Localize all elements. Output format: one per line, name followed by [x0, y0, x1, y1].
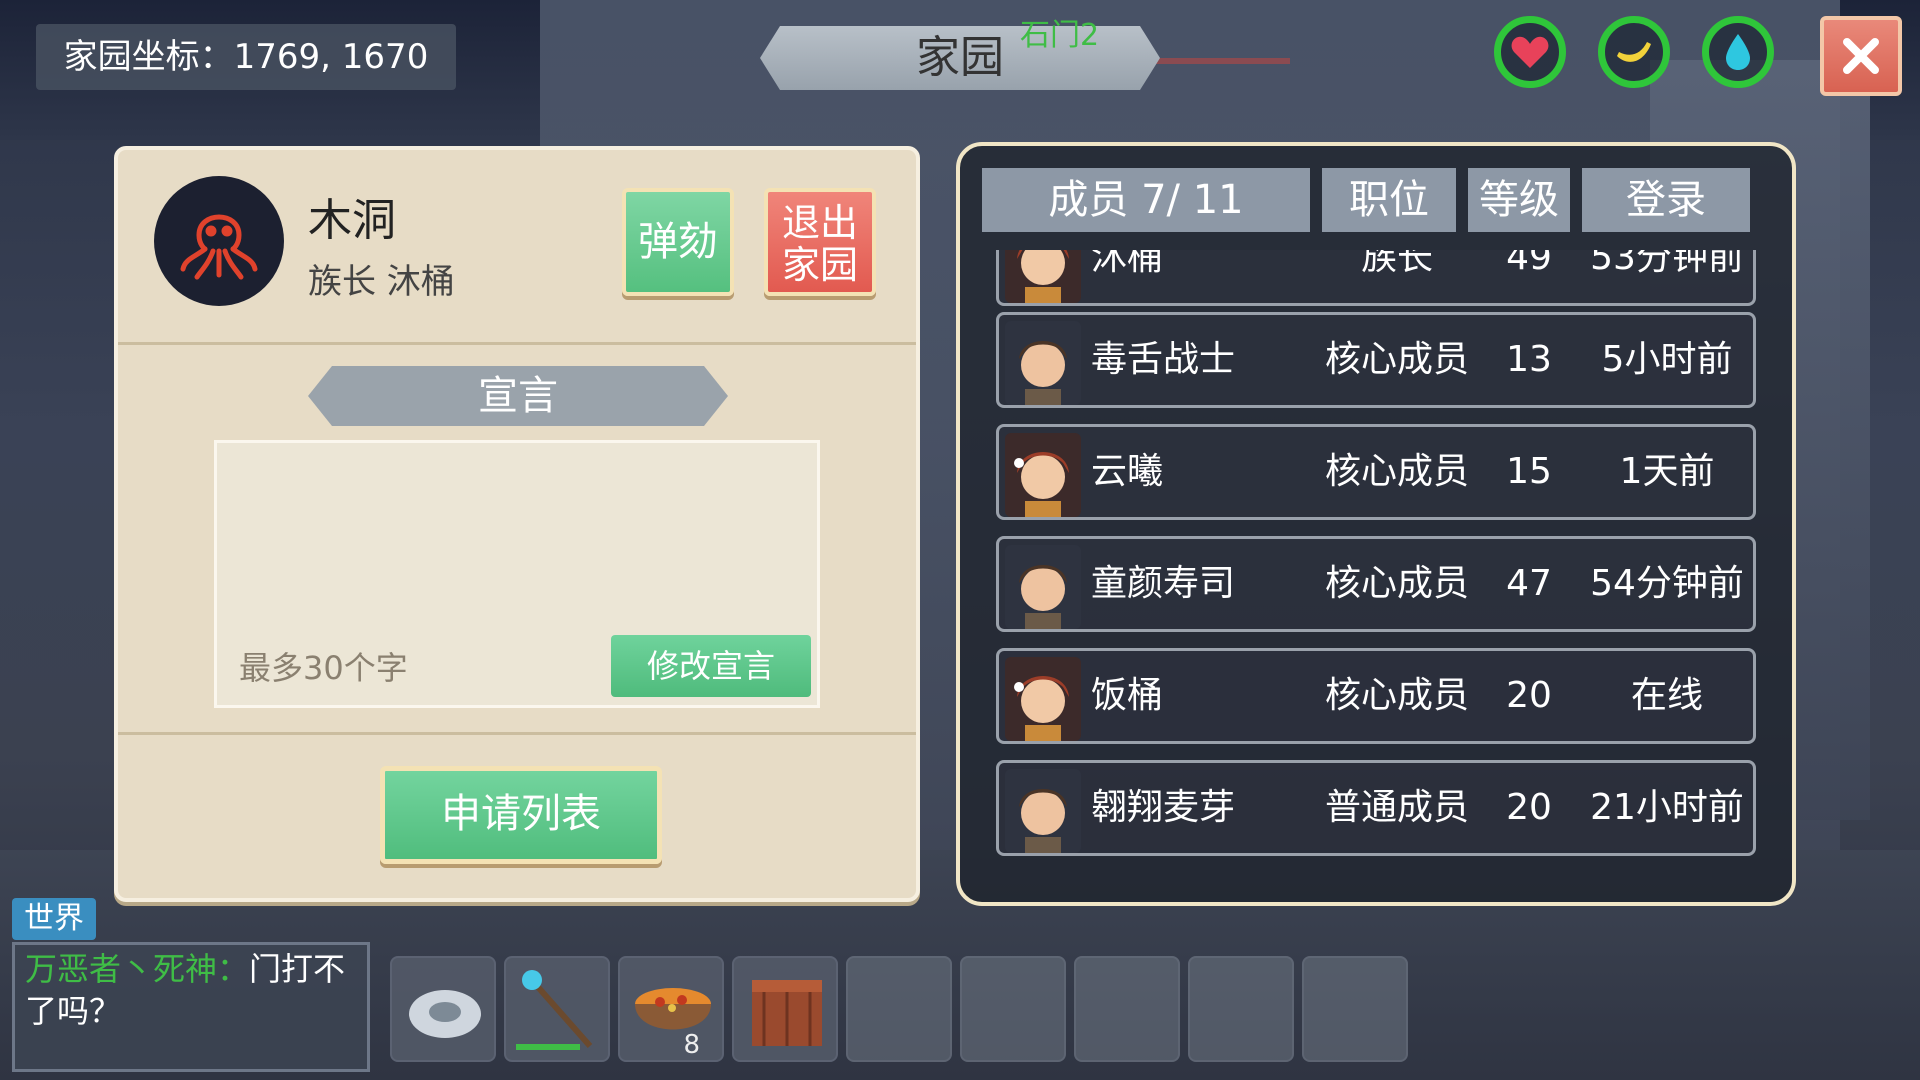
hotbar-slot[interactable]: [390, 956, 496, 1062]
declaration-title: 宣言: [308, 366, 728, 426]
chat-message: 万恶者丶死神：门打不了吗？: [25, 951, 365, 1035]
hotbar-slot[interactable]: [504, 956, 610, 1062]
member-level: 47: [1506, 563, 1552, 604]
member-role: 核心成员: [1324, 563, 1469, 604]
login-header[interactable]: 登录: [1582, 168, 1750, 232]
member-row[interactable]: 沐桶 族长 49 53分钟前: [996, 250, 1756, 306]
clan-name: 木洞: [308, 195, 396, 246]
declaration-placeholder: 最多30个字: [239, 649, 408, 687]
close-button[interactable]: [1820, 16, 1902, 96]
member-login: 54分钟前: [1590, 563, 1744, 604]
impeach-button[interactable]: 弹劾: [622, 188, 734, 296]
declaration-box[interactable]: 最多30个字 修改宣言: [214, 440, 820, 708]
members-panel: 成员 7/ 11 职位 等级 登录 沐桶 族长 49 53分钟前 毒舌战士 核心…: [956, 142, 1796, 906]
clan-emblem: [154, 176, 284, 306]
member-name: 翱翔麦芽: [1091, 787, 1236, 828]
divider: [118, 732, 916, 735]
female-avatar: [1005, 250, 1081, 303]
chat-channel-tab[interactable]: 世界: [12, 898, 96, 940]
stone-disc-icon: [409, 990, 481, 1038]
female-avatar: [1005, 433, 1081, 517]
octopus-icon: [180, 214, 258, 280]
member-role: 核心成员: [1324, 451, 1469, 492]
member-level: 20: [1506, 787, 1552, 828]
member-login: 在线: [1630, 675, 1703, 716]
banana-icon: [1617, 42, 1651, 62]
soup-bowl-icon: [635, 988, 711, 1030]
male-avatar: [1005, 769, 1081, 853]
hotbar-slot[interactable]: [732, 956, 838, 1062]
clan-info-panel: 木洞 族长 沐桶 弹劾 退出 家园 宣言 最多30个字 修改宣言 申请列表: [114, 146, 920, 902]
hotbar-slot[interactable]: 8: [618, 956, 724, 1062]
map-label: 石门2: [1020, 18, 1100, 53]
member-role: 核心成员: [1324, 675, 1469, 716]
wooden-crate-icon: [752, 980, 822, 1046]
member-level: 49: [1506, 250, 1552, 278]
member-list[interactable]: 沐桶 族长 49 53分钟前 毒舌战士 核心成员 13 5小时前 云曦 核心成员…: [960, 250, 1792, 900]
member-row[interactable]: 云曦 核心成员 15 1天前: [996, 424, 1756, 520]
health-status[interactable]: [1494, 16, 1566, 88]
member-name: 云曦: [1091, 451, 1164, 492]
member-level: 20: [1506, 675, 1552, 716]
member-login: 1天前: [1619, 451, 1715, 492]
member-row[interactable]: 童颜寿司 核心成员 47 54分钟前: [996, 536, 1756, 632]
member-name: 毒舌战士: [1091, 339, 1236, 380]
item-count: 8: [683, 1030, 700, 1060]
member-row[interactable]: 饭桶 核心成员 20 在线: [996, 648, 1756, 744]
male-avatar: [1005, 321, 1081, 405]
member-name: 饭桶: [1091, 675, 1164, 716]
member-level: 13: [1506, 339, 1552, 380]
hotbar-slot-empty[interactable]: [1074, 956, 1180, 1062]
hotbar-slot-empty[interactable]: [1302, 956, 1408, 1062]
member-role: 族长: [1360, 250, 1433, 278]
member-row[interactable]: 翱翔麦芽 普通成员 20 21小时前: [996, 760, 1756, 856]
page-title: 家园: [760, 26, 1160, 90]
female-avatar: [1005, 657, 1081, 741]
chat-box[interactable]: 万恶者丶死神：门打不了吗？: [12, 942, 370, 1072]
home-coordinates: 家园坐标：1769, 1670: [36, 24, 456, 90]
member-role: 普通成员: [1324, 787, 1469, 828]
male-avatar: [1005, 545, 1081, 629]
durability-bar: [516, 1044, 580, 1050]
member-login: 53分钟前: [1590, 250, 1744, 278]
chat-sender: 万恶者丶死神：: [25, 950, 250, 988]
hunger-status[interactable]: [1598, 16, 1670, 88]
members-header[interactable]: 成员 7/ 11: [982, 168, 1310, 232]
member-login: 21小时前: [1590, 787, 1744, 828]
hotbar-slot-empty[interactable]: [960, 956, 1066, 1062]
leave-home-button[interactable]: 退出 家园: [764, 188, 876, 296]
application-list-button[interactable]: 申请列表: [380, 766, 662, 864]
hotbar-slot-empty[interactable]: [846, 956, 952, 1062]
heart-icon: [1511, 36, 1549, 68]
member-name: 沐桶: [1091, 250, 1164, 278]
member-login: 5小时前: [1601, 339, 1733, 380]
member-row[interactable]: 毒舌战士 核心成员 13 5小时前: [996, 312, 1756, 408]
member-name: 童颜寿司: [1091, 563, 1236, 604]
hotbar-slot-empty[interactable]: [1188, 956, 1294, 1062]
member-level: 15: [1506, 451, 1552, 492]
role-header[interactable]: 职位: [1322, 168, 1456, 232]
level-header[interactable]: 等级: [1468, 168, 1570, 232]
divider: [118, 342, 916, 345]
leave-label-line1: 退出: [781, 201, 858, 245]
thirst-status[interactable]: [1702, 16, 1774, 88]
clan-leader: 族长 沐桶: [308, 262, 455, 302]
close-icon: [1843, 38, 1879, 74]
member-role: 核心成员: [1324, 339, 1469, 380]
leave-label-line2: 家园: [781, 243, 858, 287]
edit-declaration-button[interactable]: 修改宣言: [611, 635, 811, 697]
water-drop-icon: [1726, 34, 1750, 70]
